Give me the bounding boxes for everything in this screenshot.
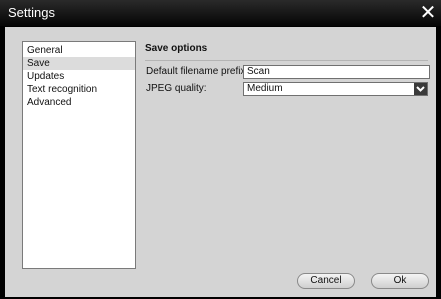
- cancel-button[interactable]: Cancel: [297, 273, 355, 289]
- settings-window: Settings ✕ General Save Updates Text rec…: [0, 0, 441, 299]
- sidebar-item-save[interactable]: Save: [23, 57, 135, 70]
- jpeg-quality-value: Medium: [247, 83, 283, 94]
- section-title: Save options: [145, 43, 208, 54]
- jpeg-quality-select[interactable]: Medium: [243, 82, 428, 96]
- chevron-down-icon[interactable]: [414, 83, 427, 95]
- settings-category-list: General Save Updates Text recognition Ad…: [22, 41, 136, 269]
- jpeg-quality-row: JPEG quality: Medium: [145, 82, 428, 96]
- close-icon[interactable]: ✕: [418, 1, 438, 23]
- filename-prefix-row: Default filename prefix: Scan: [145, 65, 430, 79]
- save-options-panel: Save options Default filename prefix: Sc…: [145, 41, 430, 96]
- sidebar-item-advanced[interactable]: Advanced: [23, 96, 135, 109]
- window-title: Settings: [8, 5, 55, 20]
- sidebar-item-general[interactable]: General: [23, 44, 135, 57]
- jpeg-quality-label: JPEG quality:: [146, 83, 207, 94]
- ok-button[interactable]: Ok: [371, 273, 429, 289]
- settings-client-area: General Save Updates Text recognition Ad…: [5, 27, 436, 297]
- filename-prefix-label: Default filename prefix:: [146, 66, 249, 77]
- section-divider: [145, 60, 428, 61]
- title-bar[interactable]: Settings ✕: [0, 0, 441, 26]
- sidebar-item-updates[interactable]: Updates: [23, 70, 135, 83]
- sidebar-item-text-recognition[interactable]: Text recognition: [23, 83, 135, 96]
- filename-prefix-input[interactable]: Scan: [243, 65, 430, 79]
